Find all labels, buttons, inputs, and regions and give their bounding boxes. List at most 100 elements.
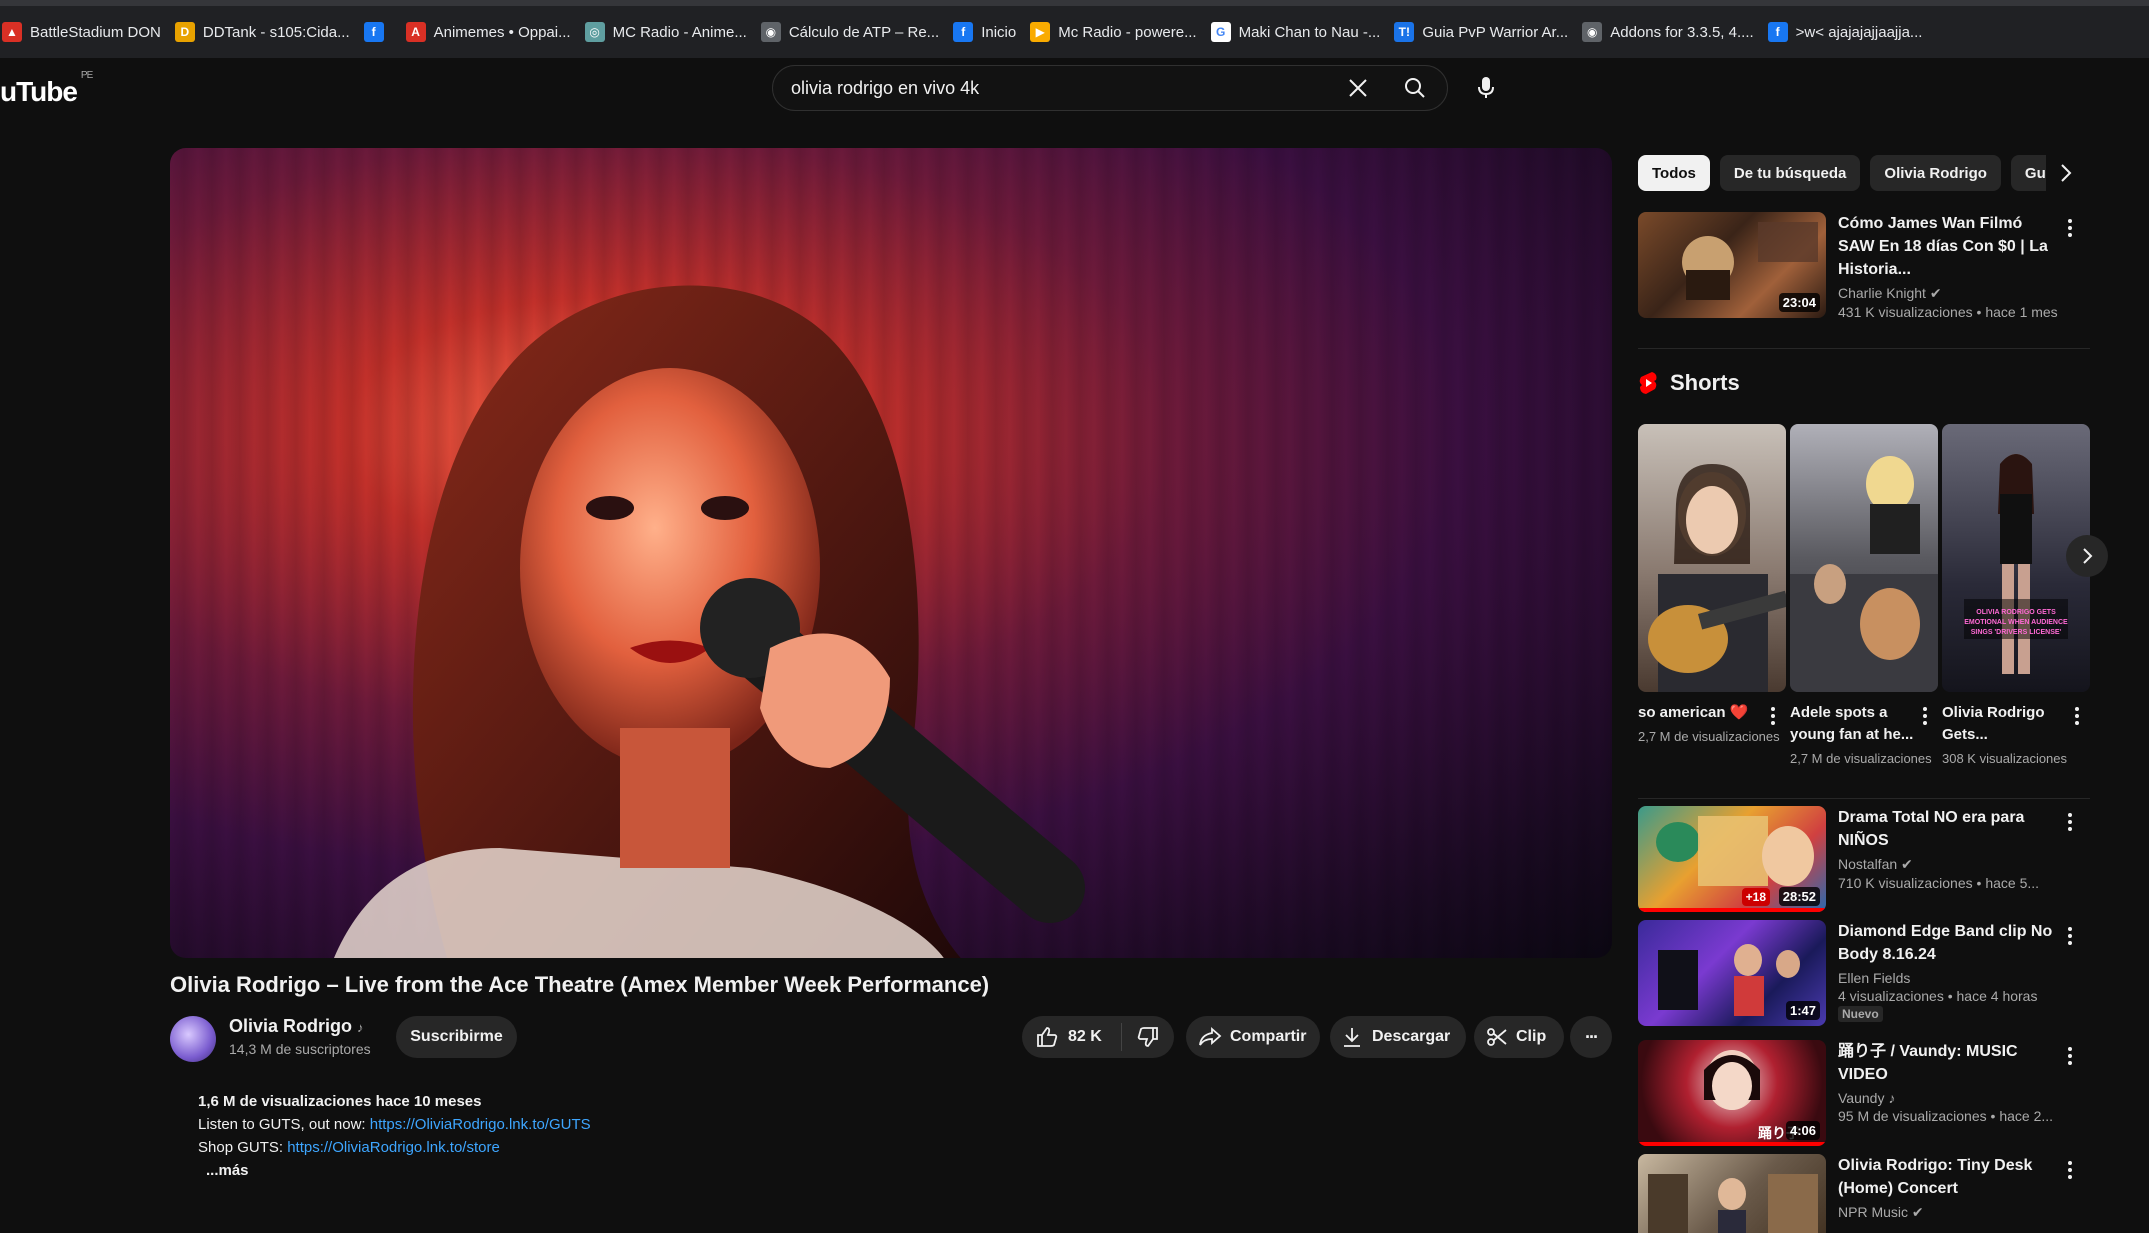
download-label: Descargar [1372,1028,1451,1045]
search-box: olivia rodrigo en vivo 4k [772,65,1448,111]
bookmarks-bar: ▲ BattleStadium DON D DDTank - s105:Cida...… [0,0,2149,58]
store-link[interactable]: https://OliviaRodrigo.lnk.to/store [287,1139,500,1156]
bookmark-item[interactable]: f [363,12,406,52]
description-text: Shop GUTS: [198,1139,288,1156]
video-thumbnail[interactable]: 1:47 [1638,920,1826,1026]
video-channel: NPR Music ✔ [1838,1204,2058,1221]
short-thumbnail[interactable] [1790,424,1938,692]
description-box[interactable]: 1,6 M de visualizaciones hace 10 meses L… [170,1082,1612,1233]
short-views: 308 K visualizaciones [1942,751,2068,766]
view-stats: 1,6 M de visualizaciones hace 10 meses [198,1093,482,1110]
like-button[interactable]: 82 K [1022,1023,1122,1051]
thumbs-up-icon [1037,1027,1058,1047]
show-more-button[interactable]: ...más [198,1159,1598,1182]
clear-search-button[interactable] [1333,66,1383,110]
short-menu-button[interactable] [1764,704,1782,728]
guts-link[interactable]: https://OliviaRodrigo.lnk.to/GUTS [370,1116,591,1133]
short-views: 2,7 M de visualizaciones [1790,751,1932,766]
video-info: Cómo James Wan Filmó SAW En 18 días Con … [1838,212,2058,320]
more-vertical-icon [2068,219,2072,237]
bookmark-item[interactable]: G Maki Chan to Nau -... [1210,12,1395,52]
more-actions-button[interactable]: ··· [1570,1016,1612,1058]
video-title: Olivia Rodrigo: Tiny Desk (Home) Concert [1838,1157,2033,1197]
download-button[interactable]: Descargar [1330,1016,1466,1058]
video-thumbnail[interactable]: 23:04 [1638,212,1826,318]
subscribe-button[interactable]: Suscribirme [396,1016,517,1058]
chevron-right-icon [2061,164,2072,182]
bookmark-item[interactable]: f Inicio [953,12,1030,52]
video-menu-button[interactable] [2060,924,2080,948]
like-count: 82 K [1068,1028,1102,1045]
more-vertical-icon [2075,707,2079,725]
video-player[interactable] [170,148,1612,958]
close-icon [1349,79,1367,97]
like-dislike-group: 82 K [1022,1016,1174,1058]
youtube-logo[interactable]: uTubePE [0,70,93,108]
bookmark-item[interactable]: D DDTank - s105:Cida... [174,12,364,52]
shorts-next-button[interactable] [2066,535,2108,577]
video-title: Drama Total NO era para NIÑOS [1838,809,2025,849]
bookmark-favicon-icon: f [953,22,974,42]
voice-search-button[interactable] [1468,70,1504,106]
channel-text: NPR Music [1838,1204,1909,1220]
video-menu-button[interactable] [2060,1158,2080,1182]
chips-next-button[interactable] [2046,154,2086,192]
video-duration: 28:52 [1778,887,1820,906]
short-thumbnail[interactable] [1638,424,1786,692]
bookmark-item[interactable]: f >w< ajajajajjaajja... [1767,12,1937,52]
video-menu-button[interactable] [2060,1044,2080,1068]
short-title[interactable]: so american ❤️ [1638,702,1768,724]
subscriber-count: 14,3 M de suscriptores [229,1041,371,1057]
bookmark-item[interactable]: A Animemes • Oppai... [405,12,585,52]
search-input[interactable]: olivia rodrigo en vivo 4k [773,78,1333,99]
watch-progress [1638,1142,1826,1146]
chip-olivia-rodrigo[interactable]: Olivia Rodrigo [1870,155,2001,191]
verified-icon: ✔ [1911,1204,1924,1220]
search-button[interactable] [1383,66,1447,110]
bookmark-item[interactable]: ▲ BattleStadium DON [2,12,175,52]
video-menu-button[interactable] [2060,810,2080,834]
bookmark-favicon-icon: ◎ [584,22,605,42]
more-vertical-icon [1771,707,1775,725]
chip-todos[interactable]: Todos [1638,155,1710,191]
bookmark-item[interactable]: ◉ Addons for 3.3.5, 4.... [1582,12,1767,52]
bookmark-item[interactable]: ◎ MC Radio - Anime... [584,12,761,52]
bookmark-label: Mc Radio - powere... [1058,23,1197,41]
related-video[interactable]: +18 28:52 Drama Total NO era para NIÑOS … [1638,806,2098,914]
video-thumbnail[interactable]: +18 28:52 [1638,806,1826,912]
video-thumbnail[interactable] [1638,1154,1826,1233]
share-button[interactable]: Compartir [1186,1016,1320,1058]
bookmark-item[interactable]: T! Guia PvP Warrior Ar... [1394,12,1582,52]
related-video[interactable]: Olivia Rodrigo: Tiny Desk (Home) Concert… [1638,1154,2098,1233]
dislike-button[interactable] [1122,1026,1174,1048]
video-thumbnail[interactable]: 踊り子 4:06 [1638,1040,1826,1146]
description-text: Listen to GUTS, out now: [198,1116,370,1133]
short-menu-button[interactable] [2068,704,2086,728]
clip-label: Clip [1516,1028,1547,1045]
more-vertical-icon [2068,1161,2072,1179]
shorts-title: Shorts [1670,370,1740,395]
shorts-header: Shorts [1638,370,1740,396]
music-note-icon: ♪ [357,1020,364,1035]
search-icon [1405,78,1425,98]
bookmark-item[interactable]: ▶ Mc Radio - powere... [1030,12,1210,52]
related-video[interactable]: 23:04 Cómo James Wan Filmó SAW En 18 día… [1638,212,2098,320]
channel-text: Ellen Fields [1838,970,1911,986]
bookmark-item[interactable]: ◉ Cálculo de ATP – Re... [760,12,953,52]
short-title[interactable]: Olivia Rodrigo Gets... [1942,702,2072,746]
channel-text: Vaundy [1838,1090,1885,1106]
short-title[interactable]: Adele spots a young fan at he... [1790,702,1920,746]
video-menu-button[interactable] [2060,216,2080,240]
channel-name[interactable]: Olivia Rodrigo ♪ [229,1016,364,1037]
clip-button[interactable]: Clip [1474,1016,1564,1058]
channel-avatar[interactable] [170,1016,216,1062]
chevron-right-icon [2083,548,2093,564]
related-video[interactable]: 1:47 Diamond Edge Band clip No Body 8.16… [1638,920,2098,1028]
bookmark-label: BattleStadium DON [30,23,161,41]
video-meta: 95 M de visualizaciones • hace 2... [1838,1108,2054,1124]
chip-de-tu-busqueda[interactable]: De tu búsqueda [1719,155,1861,191]
bookmark-favicon-icon: T! [1394,22,1415,42]
short-menu-button[interactable] [1916,704,1934,728]
masthead: uTubePE olivia rodrigo en vivo 4k [0,58,2149,118]
related-video[interactable]: 踊り子 4:06 踊り子 / Vaundy: MUSIC VIDEO Vaund… [1638,1040,2098,1148]
